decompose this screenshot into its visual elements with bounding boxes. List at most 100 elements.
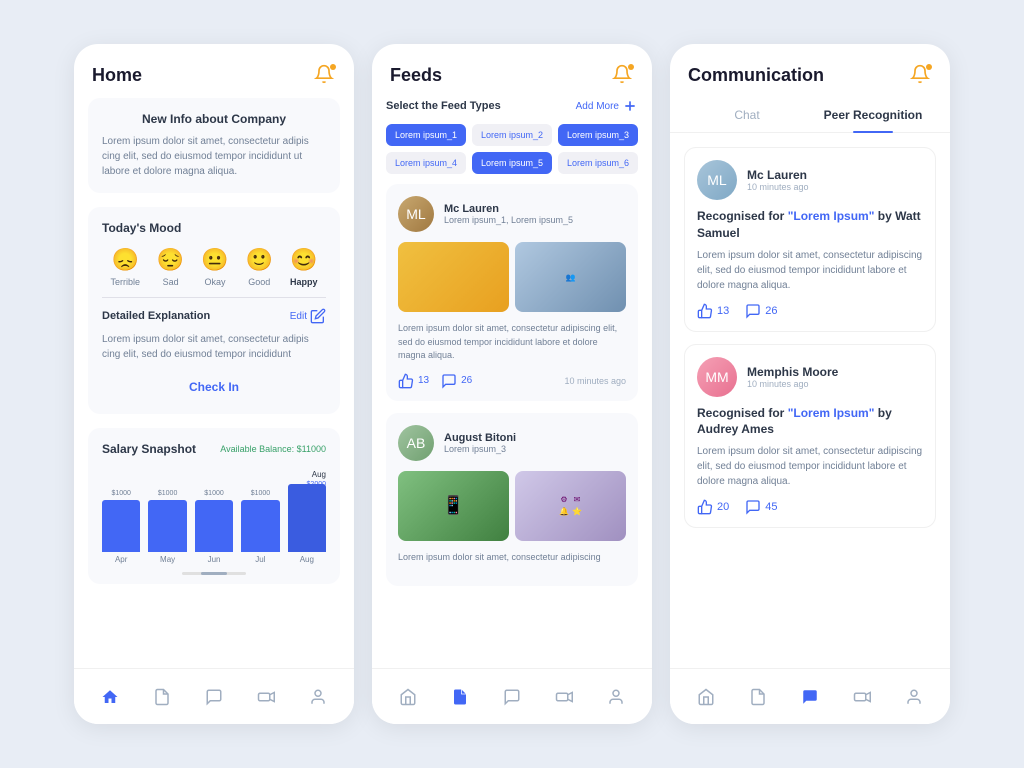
comm-nav-home[interactable] bbox=[688, 681, 724, 713]
like-button-1[interactable]: 13 bbox=[398, 373, 429, 389]
edit-link[interactable]: Edit bbox=[290, 308, 326, 324]
detail-text: Lorem ipsum dolor sit amet, consectetur … bbox=[102, 332, 326, 362]
recog-like-2[interactable]: 20 bbox=[697, 499, 729, 515]
check-in-button[interactable]: Check In bbox=[102, 374, 326, 400]
comm-chat-icon bbox=[800, 687, 820, 707]
nav-profile[interactable] bbox=[300, 681, 336, 713]
feeds-home-icon bbox=[398, 687, 418, 707]
mood-good-label: Good bbox=[248, 277, 270, 287]
mood-title: Today's Mood bbox=[102, 221, 326, 235]
mood-okay[interactable]: 😐 Okay bbox=[201, 247, 228, 287]
mood-terrible-label: Terrible bbox=[110, 277, 140, 287]
post-text-2: Lorem ipsum dolor sit amet, consectetur … bbox=[398, 551, 626, 565]
feeds-nav-document[interactable] bbox=[442, 681, 478, 713]
nav-document[interactable] bbox=[144, 681, 180, 713]
bar-jul: $1000 Jul bbox=[241, 490, 279, 564]
feeds-person-icon bbox=[606, 687, 626, 707]
chart-scrollbar[interactable] bbox=[182, 572, 246, 575]
communication-panel: Communication Chat Peer Recognition ML M… bbox=[670, 44, 950, 724]
comm-nav-chat[interactable] bbox=[792, 681, 828, 713]
comm-nav-document[interactable] bbox=[740, 681, 776, 713]
mood-okay-label: Okay bbox=[204, 277, 225, 287]
comm-title: Communication bbox=[688, 65, 824, 86]
detail-title: Detailed Explanation bbox=[102, 310, 210, 322]
recognition-card-2: MM Memphis Moore 10 minutes ago Recognis… bbox=[684, 344, 936, 529]
recog-content-1: Recognised for "Lorem Ipsum" by Watt Sam… bbox=[697, 208, 923, 319]
august-avatar: AB bbox=[398, 425, 434, 461]
comm-nav-video[interactable] bbox=[844, 681, 880, 713]
recog-text-2: Lorem ipsum dolor sit amet, consectetur … bbox=[697, 444, 923, 489]
mood-happy-label: Happy bbox=[290, 277, 318, 287]
recog-time-1: 10 minutes ago bbox=[747, 182, 809, 192]
feed-post-1: ML Mc Lauren Lorem ipsum_1, Lorem ipsum_… bbox=[386, 184, 638, 401]
notification-dot bbox=[926, 64, 932, 70]
feeds-types-title: Select the Feed Types bbox=[386, 100, 501, 112]
mood-sad[interactable]: 😔 Sad bbox=[157, 247, 184, 287]
bar-apr: $1000 Apr bbox=[102, 490, 140, 564]
feeds-panel: Feeds Select the Feed Types Add More Lor… bbox=[372, 44, 652, 724]
add-more-button[interactable]: Add More bbox=[576, 98, 638, 114]
home-header: Home bbox=[74, 44, 354, 98]
recog-time-2: 10 minutes ago bbox=[747, 379, 838, 389]
nav-chat[interactable] bbox=[196, 681, 232, 713]
home-title: Home bbox=[92, 65, 142, 86]
mood-terrible[interactable]: 😞 Terrible bbox=[110, 247, 140, 287]
tab-chat[interactable]: Chat bbox=[684, 98, 810, 132]
feed-tags: Lorem ipsum_1 Lorem ipsum_2 Lorem ipsum_… bbox=[386, 124, 638, 174]
mood-happy[interactable]: 😊 Happy bbox=[290, 247, 318, 287]
feeds-nav-home[interactable] bbox=[390, 681, 426, 713]
recog-name-1: Mc Lauren bbox=[747, 168, 809, 182]
feeds-video-icon bbox=[554, 687, 574, 707]
comm-tabs: Chat Peer Recognition bbox=[670, 98, 950, 133]
comm-nav-profile[interactable] bbox=[896, 681, 932, 713]
info-box: New Info about Company Lorem ipsum dolor… bbox=[88, 98, 340, 193]
salary-chart: Aug $2000 $1000 Apr $1000 May $1000 bbox=[102, 470, 326, 570]
home-bell-icon[interactable] bbox=[314, 64, 336, 86]
feeds-nav-chat[interactable] bbox=[494, 681, 530, 713]
recog-like-count-2: 20 bbox=[717, 501, 729, 513]
salary-title: Salary Snapshot bbox=[102, 442, 196, 456]
post-image-2a: 📱 bbox=[398, 471, 509, 541]
bar-may: $1000 May bbox=[148, 490, 186, 564]
feed-tag-6[interactable]: Lorem ipsum_6 bbox=[558, 152, 638, 174]
comm-header: Communication bbox=[670, 44, 950, 98]
feed-tag-5[interactable]: Lorem ipsum_5 bbox=[472, 152, 552, 174]
comm-document-icon bbox=[748, 687, 768, 707]
feed-tag-2[interactable]: Lorem ipsum_2 bbox=[472, 124, 552, 146]
feeds-nav-profile[interactable] bbox=[598, 681, 634, 713]
mc-lauren-avatar: ML bbox=[398, 196, 434, 232]
mc-lauren-sub: Lorem ipsum_1, Lorem ipsum_5 bbox=[444, 215, 573, 225]
mood-good[interactable]: 🙂 Good bbox=[246, 247, 273, 287]
feed-tag-1[interactable]: Lorem ipsum_1 bbox=[386, 124, 466, 146]
comm-bell-icon[interactable] bbox=[910, 64, 932, 86]
recog-headline-2: Recognised for "Lorem Ipsum" by Audrey A… bbox=[697, 405, 923, 439]
nav-video[interactable] bbox=[248, 681, 284, 713]
notification-dot bbox=[330, 64, 336, 70]
feeds-bottom-nav bbox=[372, 668, 652, 724]
chat-nav-icon bbox=[204, 687, 224, 707]
like-count-1: 13 bbox=[418, 375, 429, 386]
recog-actions-2: 20 45 bbox=[697, 499, 923, 515]
mood-icons: 😞 Terrible 😔 Sad 😐 Okay 🙂 Good 😊 Happy bbox=[102, 247, 326, 287]
feeds-nav-video[interactable] bbox=[546, 681, 582, 713]
recog-comment-1[interactable]: 26 bbox=[745, 303, 777, 319]
feeds-document-icon bbox=[450, 687, 470, 707]
recog-like-1[interactable]: 13 bbox=[697, 303, 729, 319]
recog-like-count-1: 13 bbox=[717, 305, 729, 317]
feed-tag-4[interactable]: Lorem ipsum_4 bbox=[386, 152, 466, 174]
tab-peer-recognition[interactable]: Peer Recognition bbox=[810, 98, 936, 132]
feed-tag-3[interactable]: Lorem ipsum_3 bbox=[558, 124, 638, 146]
feeds-types-header: Select the Feed Types Add More bbox=[386, 98, 638, 114]
feeds-bell-icon[interactable] bbox=[612, 64, 634, 86]
nav-home[interactable] bbox=[92, 681, 128, 713]
comment-button-1[interactable]: 26 bbox=[441, 373, 472, 389]
recognition-card-1: ML Mc Lauren 10 minutes ago Recognised f… bbox=[684, 147, 936, 332]
notification-dot bbox=[628, 64, 634, 70]
recog-comment-2[interactable]: 45 bbox=[745, 499, 777, 515]
recog-author-2: MM Memphis Moore 10 minutes ago bbox=[697, 357, 923, 397]
comm-video-icon bbox=[852, 687, 872, 707]
post-image-1b: 👥 bbox=[515, 242, 626, 312]
comm-home-icon bbox=[696, 687, 716, 707]
post-time-1: 10 minutes ago bbox=[564, 376, 626, 386]
post-text-1: Lorem ipsum dolor sit amet, consectetur … bbox=[398, 322, 626, 363]
